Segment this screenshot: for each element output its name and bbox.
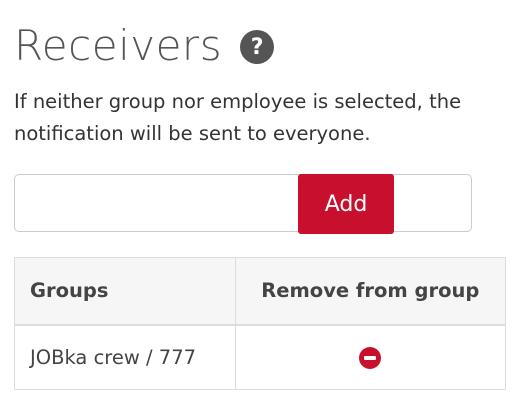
description-line-1: If neither group nor employee is selecte… xyxy=(14,90,462,113)
receivers-heading: Receivers ? xyxy=(14,18,275,74)
group-name-cell: JOBka crew / 777 xyxy=(14,324,236,390)
page-title: Receivers xyxy=(14,21,223,70)
receiver-search-input[interactable] xyxy=(15,175,297,231)
table-header-row: Groups Remove from group xyxy=(14,257,507,326)
table-row: JOBka crew / 777 xyxy=(14,324,507,390)
column-header-groups: Groups xyxy=(14,257,236,326)
question-mark-icon[interactable]: ? xyxy=(240,30,275,64)
add-button[interactable]: Add xyxy=(298,174,394,234)
receivers-description: If neither group nor employee is selecte… xyxy=(14,86,524,150)
receiver-input-group: Add xyxy=(14,174,472,234)
description-line-2: notification will be sent to everyone. xyxy=(14,122,371,145)
groups-table: Groups Remove from group JOBka crew / 77… xyxy=(14,257,507,390)
column-header-remove-from-group: Remove from group xyxy=(234,257,507,326)
minus-circle-icon[interactable] xyxy=(359,347,382,369)
remove-cell xyxy=(234,324,507,390)
